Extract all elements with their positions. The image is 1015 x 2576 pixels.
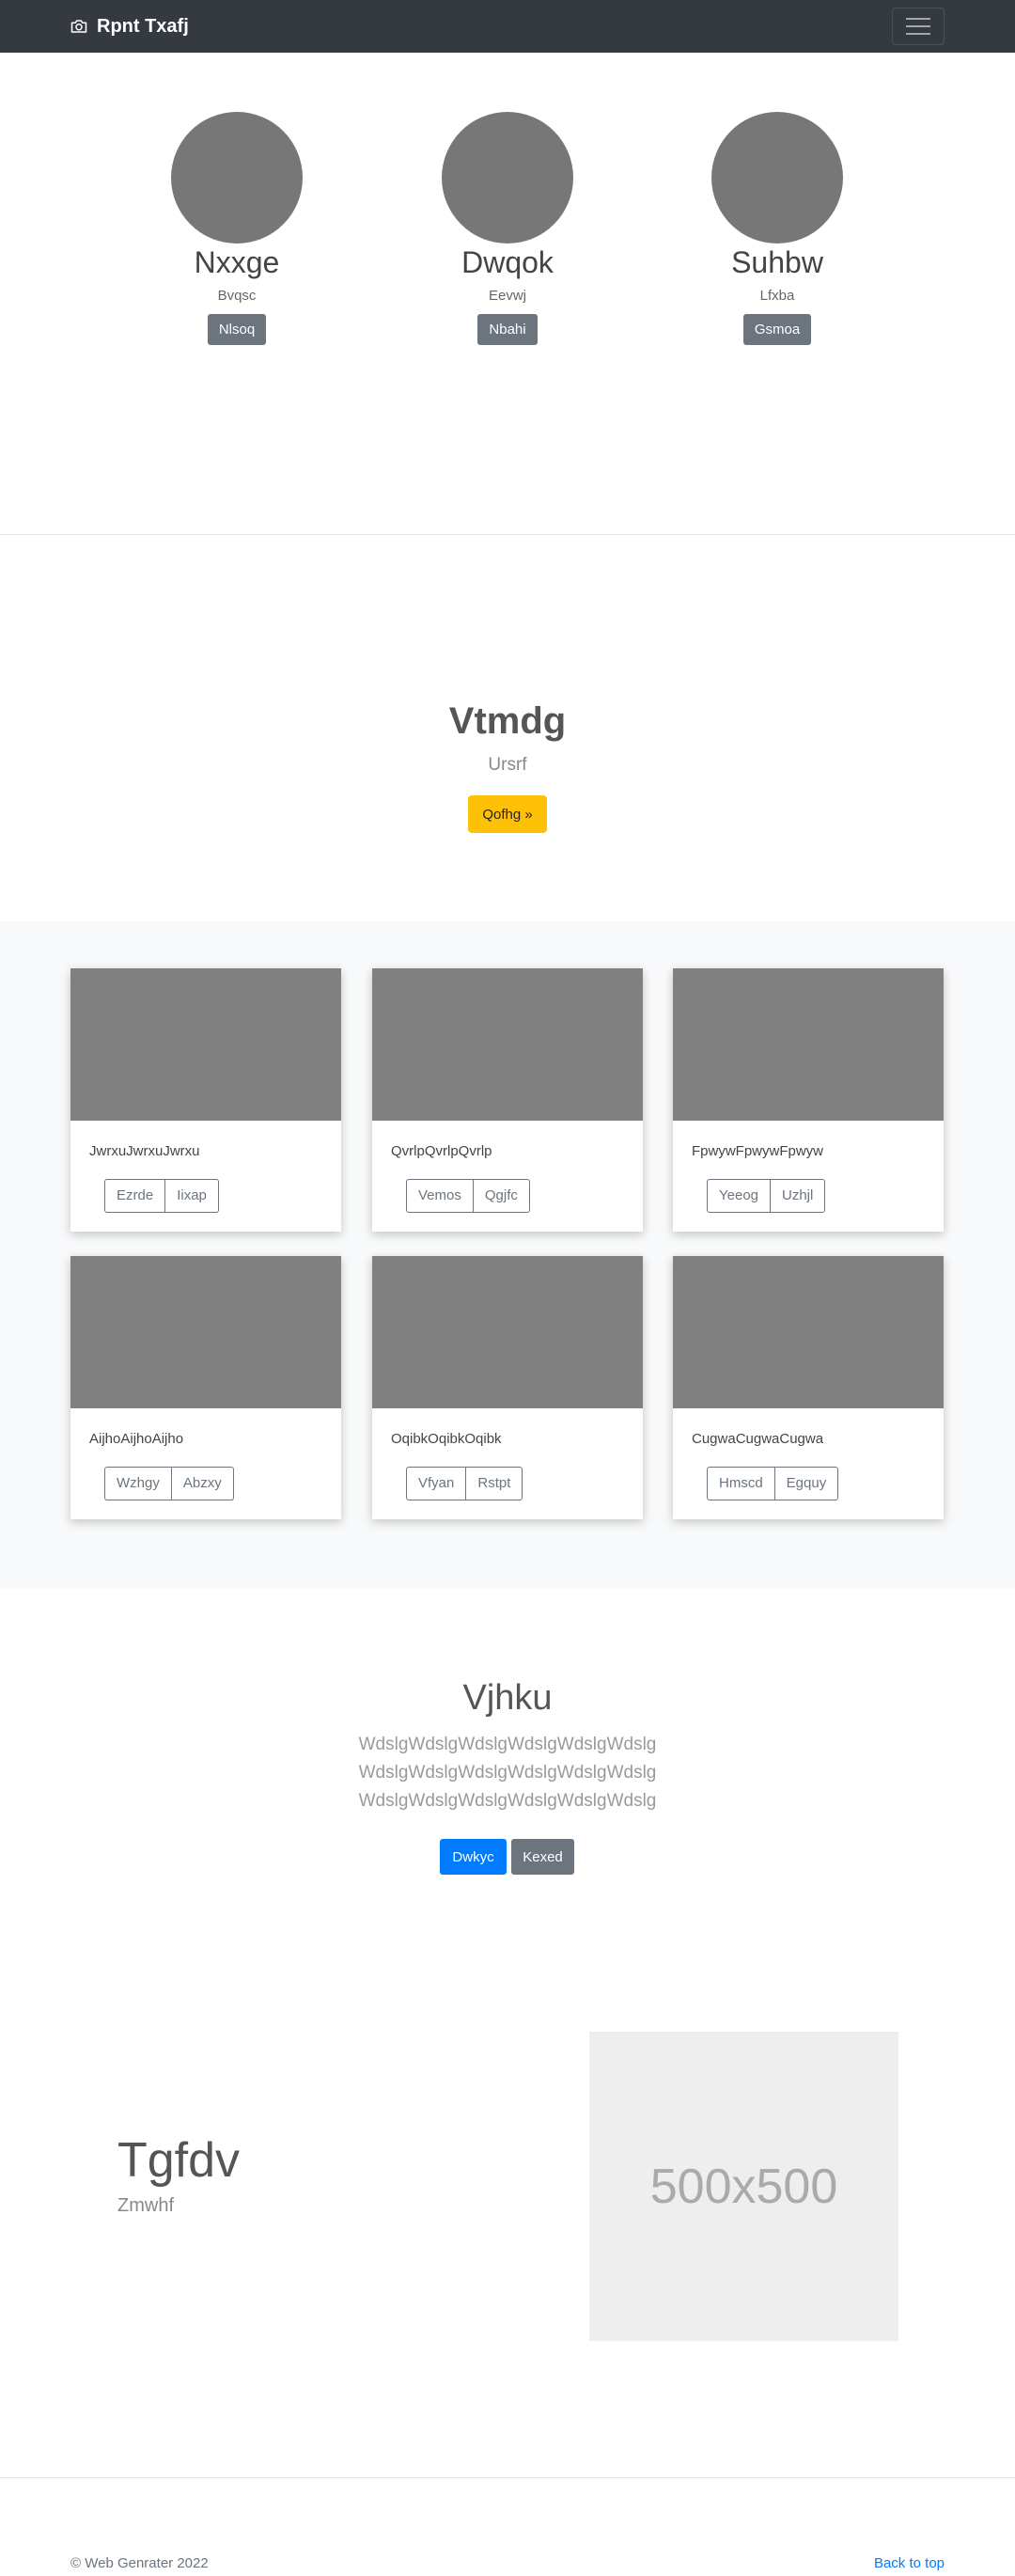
card-text: OqibkOqibkOqibk xyxy=(391,1431,502,1447)
profile-button[interactable]: Nlsoq xyxy=(207,314,267,345)
card: FpwywFpwywFpwyw Yeeog Uzhjl xyxy=(673,968,944,1232)
hamburger-menu-icon xyxy=(906,18,930,35)
featurette-subtitle: Zmwhf xyxy=(117,2195,174,2216)
card-thumbnail xyxy=(673,1256,944,1408)
card-text: AijhoAijhoAijho xyxy=(89,1431,184,1447)
card-button-1[interactable]: Vfyan xyxy=(406,1467,467,1500)
card-button-group: Ezrde Iixap xyxy=(104,1179,219,1213)
card-thumbnail xyxy=(372,1256,643,1408)
card-button-2[interactable]: Abzxy xyxy=(171,1467,234,1500)
card-button-group: Wzhgy Abzxy xyxy=(104,1467,234,1500)
profile-name: Dwqok xyxy=(461,245,554,279)
brand-text: Rpnt Txafj xyxy=(97,15,189,37)
hero-button[interactable]: Qofhg » xyxy=(468,795,547,833)
card-text: QvrlpQvrlpQvrlp xyxy=(391,1143,492,1159)
profile-subtitle: Lfxba xyxy=(759,288,795,304)
profile-subtitle: Bvqsc xyxy=(217,288,257,304)
card: OqibkOqibkOqibk Vfyan Rstpt xyxy=(372,1256,643,1519)
card-button-1[interactable]: Ezrde xyxy=(104,1179,166,1213)
card-text: JwrxuJwrxuJwrxu xyxy=(89,1143,200,1159)
featurette-title: Tgfdv xyxy=(117,2133,241,2188)
section-text-line: WdslgWdslgWdslgWdslgWdslgWdslg xyxy=(358,1763,657,1783)
card-text: FpwywFpwywFpwyw xyxy=(692,1143,824,1159)
card-button-2[interactable]: Qgjfc xyxy=(473,1179,530,1213)
profile-name: Nxxge xyxy=(194,245,280,279)
card-button-2[interactable]: Rstpt xyxy=(466,1467,523,1500)
card-button-2[interactable]: Egquy xyxy=(774,1467,839,1500)
avatar xyxy=(171,112,303,243)
card: AijhoAijhoAijho Wzhgy Abzxy xyxy=(70,1256,341,1519)
avatar xyxy=(711,112,843,243)
camera-icon xyxy=(70,20,87,33)
card: CugwaCugwaCugwa Hmscd Egquy xyxy=(673,1256,944,1519)
card-button-1[interactable]: Wzhgy xyxy=(104,1467,172,1500)
navbar-toggler-button[interactable] xyxy=(892,8,945,45)
card-button-1[interactable]: Yeeog xyxy=(707,1179,771,1213)
card-thumbnail xyxy=(70,1256,341,1408)
section-text-line: WdslgWdslgWdslgWdslgWdslgWdslg xyxy=(358,1791,657,1811)
card-button-group: Hmscd Egquy xyxy=(707,1467,839,1500)
profile-name: Suhbw xyxy=(731,245,823,279)
divider xyxy=(0,2477,1015,2478)
profile-subtitle: Eevwj xyxy=(488,288,526,304)
card-thumbnail xyxy=(70,968,341,1121)
placeholder-image: 500x500 xyxy=(589,2032,898,2341)
navbar: Rpnt Txafj xyxy=(0,0,1015,53)
profile-button[interactable]: Nbahi xyxy=(477,314,538,345)
card-button-1[interactable]: Hmscd xyxy=(707,1467,775,1500)
brand-link[interactable]: Rpnt Txafj xyxy=(70,13,189,39)
profile-2: Dwqok Eevwj Nbahi xyxy=(404,112,611,345)
card-thumbnail xyxy=(372,968,643,1121)
card-button-group: Vemos Qgjfc xyxy=(406,1179,530,1213)
card-text: CugwaCugwaCugwa xyxy=(692,1431,824,1447)
hero-subtitle: Ursrf xyxy=(488,755,527,775)
album-section: JwrxuJwrxuJwrxu Ezrde Iixap QvrlpQvrlpQv… xyxy=(0,921,1015,1589)
section-title: Vjhku xyxy=(462,1678,553,1718)
profile-1: Nxxge Bvqsc Nlsoq xyxy=(133,112,340,345)
footer-copyright: © Web Genrater 2022 xyxy=(70,2555,209,2571)
back-to-top-link[interactable]: Back to top xyxy=(874,2555,945,2571)
card-button-2[interactable]: Uzhjl xyxy=(771,1179,826,1213)
card: JwrxuJwrxuJwrxu Ezrde Iixap xyxy=(70,968,341,1232)
primary-button[interactable]: Dwkyc xyxy=(440,1839,507,1875)
hero-title: Vtmdg xyxy=(448,700,567,742)
placeholder-label: 500x500 xyxy=(649,2159,838,2214)
profile-3: Suhbw Lfxba Gsmoa xyxy=(674,112,881,345)
section-text-line: WdslgWdslgWdslgWdslgWdslgWdslg xyxy=(358,1735,657,1754)
divider xyxy=(0,534,1015,535)
card-button-group: Yeeog Uzhjl xyxy=(707,1179,826,1213)
card-thumbnail xyxy=(673,968,944,1121)
card-button-group: Vfyan Rstpt xyxy=(406,1467,523,1500)
profile-button[interactable]: Gsmoa xyxy=(742,314,812,345)
secondary-button[interactable]: Kexed xyxy=(511,1839,574,1875)
card-button-2[interactable]: Iixap xyxy=(165,1179,219,1213)
avatar xyxy=(442,112,573,243)
card-button-1[interactable]: Vemos xyxy=(406,1179,474,1213)
card: QvrlpQvrlpQvrlp Vemos Qgjfc xyxy=(372,968,643,1232)
